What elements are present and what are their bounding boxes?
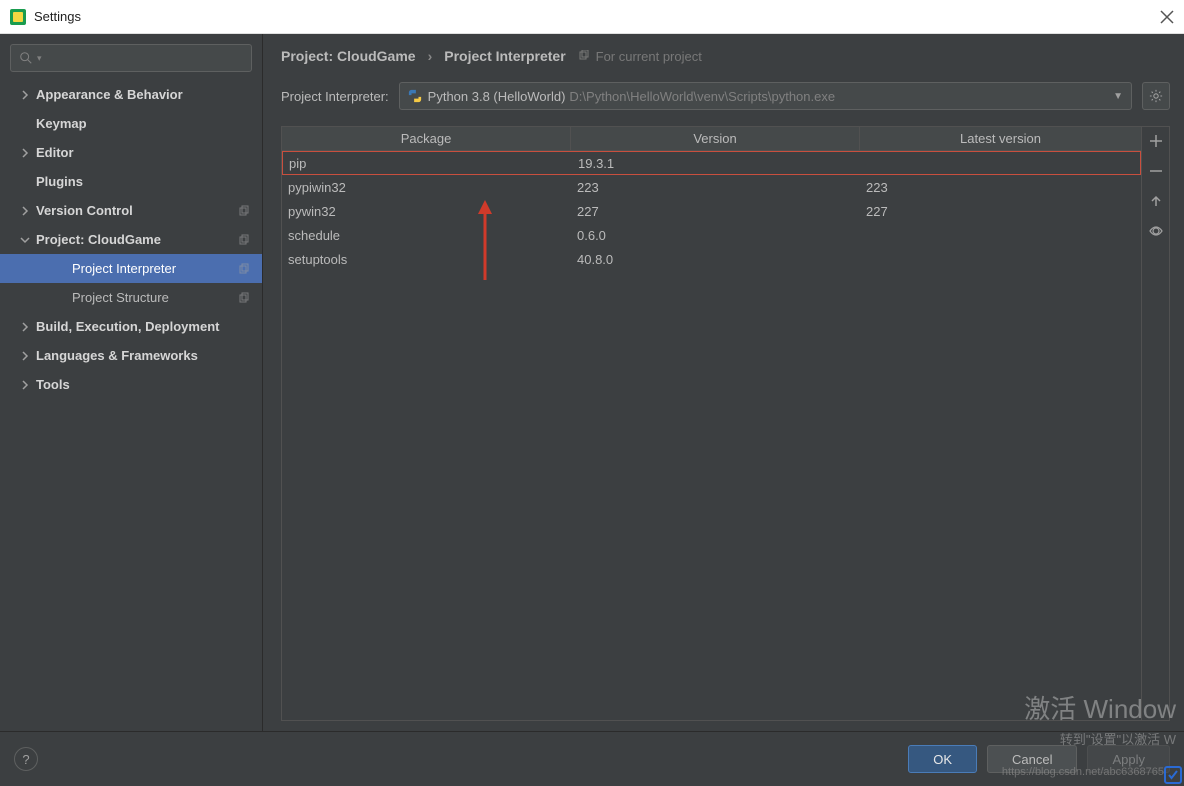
table-row[interactable]: pypiwin32223223	[282, 175, 1141, 199]
sidebar-item-build-execution-deployment[interactable]: Build, Execution, Deployment	[0, 312, 262, 341]
chevron-down-icon: ▼	[1113, 91, 1123, 102]
apply-button: Apply	[1087, 745, 1170, 773]
window-title: Settings	[34, 9, 1160, 24]
cell-version: 0.6.0	[571, 223, 860, 247]
content: Project: CloudGame › Project Interpreter…	[263, 34, 1184, 731]
nav-label: Build, Execution, Deployment	[36, 319, 219, 334]
sidebar-item-tools[interactable]: Tools	[0, 370, 262, 399]
close-icon[interactable]	[1160, 10, 1174, 24]
interpreter-path: D:\Python\HelloWorld\venv\Scripts\python…	[569, 89, 835, 104]
nav-tree: Appearance & Behavior Keymap Editor Plugins…	[0, 80, 262, 731]
cell-version: 223	[571, 175, 860, 199]
table-row[interactable]: pywin32227227	[282, 199, 1141, 223]
app-icon	[10, 9, 26, 25]
interpreter-row: Project Interpreter: Python 3.8 (HelloWo…	[281, 82, 1170, 110]
th-package[interactable]: Package	[282, 127, 571, 150]
cell-package: schedule	[282, 223, 571, 247]
search-input[interactable]: ▾	[10, 44, 252, 72]
cell-latest: 227	[860, 199, 1141, 223]
table-header: Package Version Latest version	[282, 127, 1141, 151]
add-package-button[interactable]	[1148, 133, 1164, 149]
show-early-releases-button[interactable]	[1148, 223, 1164, 239]
nav-label: Languages & Frameworks	[36, 348, 198, 363]
sidebar-item-appearance-behavior[interactable]: Appearance & Behavior	[0, 80, 262, 109]
sidebar-item-version-control[interactable]: Version Control	[0, 196, 262, 225]
expand-icon	[20, 380, 30, 390]
nav-label: Project Interpreter	[72, 261, 176, 276]
cell-package: setuptools	[282, 247, 571, 271]
nav-label: Tools	[36, 377, 70, 392]
sidebar-item-project-structure[interactable]: Project Structure	[0, 283, 262, 312]
footer: ? OK Cancel Apply	[0, 731, 1184, 786]
cell-latest	[860, 223, 1141, 247]
cell-version: 40.8.0	[571, 247, 860, 271]
copy-icon	[238, 292, 250, 304]
cell-package: pip	[283, 152, 572, 174]
expand-icon	[20, 148, 30, 158]
interpreter-settings-button[interactable]	[1142, 82, 1170, 110]
python-icon	[408, 89, 422, 103]
cell-latest	[861, 152, 1140, 174]
th-version[interactable]: Version	[571, 127, 860, 150]
remove-package-button[interactable]	[1148, 163, 1164, 179]
nav-label: Plugins	[36, 174, 83, 189]
packages-table: Package Version Latest version pip19.3.1…	[281, 126, 1170, 721]
nav-label: Project: CloudGame	[36, 232, 161, 247]
breadcrumb: Project: CloudGame › Project Interpreter…	[281, 48, 1170, 64]
gear-icon	[1149, 89, 1163, 103]
nav-label: Appearance & Behavior	[36, 87, 183, 102]
ok-button[interactable]: OK	[908, 745, 977, 773]
cell-package: pywin32	[282, 199, 571, 223]
th-latest[interactable]: Latest version	[860, 127, 1141, 150]
expand-icon	[20, 235, 30, 245]
breadcrumb-page: Project Interpreter	[444, 48, 565, 64]
expand-icon	[20, 322, 30, 332]
cell-latest: 223	[860, 175, 1141, 199]
sidebar: ▾ Appearance & Behavior Keymap Editor Plugi…	[0, 34, 263, 731]
table-body: pip19.3.1pypiwin32223223pywin32227227sch…	[282, 151, 1141, 271]
cell-version: 19.3.1	[572, 152, 861, 174]
interpreter-name: Python 3.8 (HelloWorld)	[428, 89, 566, 104]
interpreter-select[interactable]: Python 3.8 (HelloWorld) D:\Python\HelloW…	[399, 82, 1132, 110]
sidebar-item-keymap[interactable]: Keymap	[0, 109, 262, 138]
sidebar-item-plugins[interactable]: Plugins	[0, 167, 262, 196]
table-row[interactable]: schedule0.6.0	[282, 223, 1141, 247]
table-row[interactable]: pip19.3.1	[282, 151, 1141, 175]
cell-version: 227	[571, 199, 860, 223]
cell-latest	[860, 247, 1141, 271]
main: ▾ Appearance & Behavior Keymap Editor Plugi…	[0, 34, 1184, 731]
copy-icon	[238, 263, 250, 275]
help-button[interactable]: ?	[14, 747, 38, 771]
interpreter-label: Project Interpreter:	[281, 89, 389, 104]
breadcrumb-project: Project: CloudGame	[281, 48, 416, 64]
package-toolbar	[1141, 127, 1169, 720]
copy-icon	[578, 50, 590, 62]
corner-badge-icon	[1164, 766, 1182, 784]
upgrade-package-button[interactable]	[1148, 193, 1164, 209]
search-icon	[19, 51, 33, 65]
copy-icon	[238, 205, 250, 217]
nav-label: Keymap	[36, 116, 87, 131]
sidebar-item-project-cloudgame[interactable]: Project: CloudGame	[0, 225, 262, 254]
expand-icon	[20, 351, 30, 361]
nav-label: Version Control	[36, 203, 133, 218]
sidebar-item-languages-frameworks[interactable]: Languages & Frameworks	[0, 341, 262, 370]
copy-icon	[238, 234, 250, 246]
table-row[interactable]: setuptools40.8.0	[282, 247, 1141, 271]
nav-label: Editor	[36, 145, 74, 160]
sidebar-item-project-interpreter[interactable]: Project Interpreter	[0, 254, 262, 283]
cell-package: pypiwin32	[282, 175, 571, 199]
sidebar-item-editor[interactable]: Editor	[0, 138, 262, 167]
titlebar: Settings	[0, 0, 1184, 34]
breadcrumb-separator: ›	[428, 48, 433, 64]
for-current-project-badge: For current project	[578, 49, 702, 64]
expand-icon	[20, 206, 30, 216]
expand-icon	[20, 90, 30, 100]
nav-label: Project Structure	[72, 290, 169, 305]
cancel-button[interactable]: Cancel	[987, 745, 1077, 773]
